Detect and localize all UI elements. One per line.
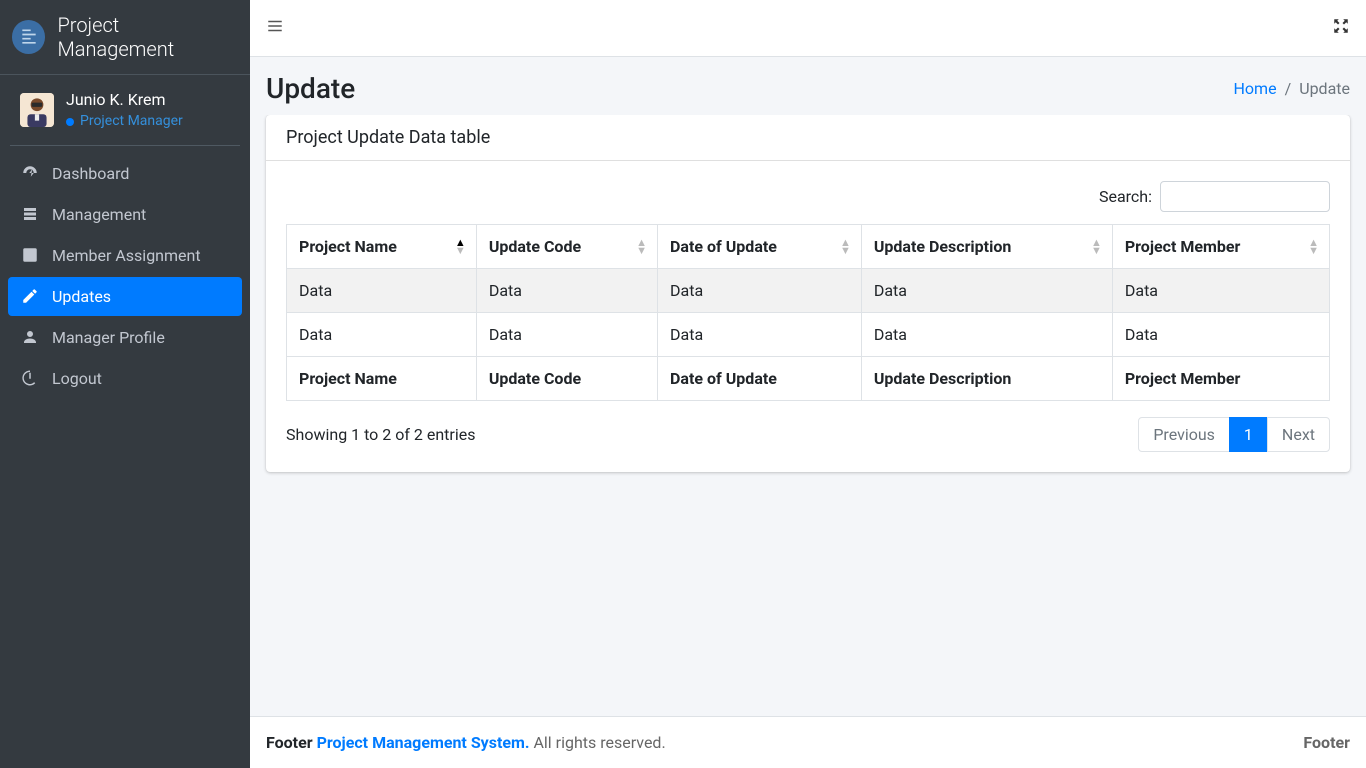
table-row: Data Data Data Data Data [287,313,1330,357]
datatable-search: Search: [286,181,1330,212]
breadcrumb-home[interactable]: Home [1234,79,1277,98]
cell: Data [476,313,657,357]
profile-icon [20,328,40,346]
sidebar-item-label: Management [52,205,146,224]
cell: Data [861,313,1112,357]
cell: Data [1112,313,1329,357]
sidebar: Project Management Junio K. Krem Project… [0,0,250,768]
brand[interactable]: Project Management [0,0,250,75]
cell: Data [476,269,657,313]
sidebar-item-updates[interactable]: Updates [8,277,242,316]
footer-left-suffix: All rights reserved. [533,733,665,752]
topbar [250,0,1366,57]
sidebar-item-label: Dashboard [52,164,129,183]
table-row: Data Data Data Data Data [287,269,1330,313]
column-footer: Update Description [861,357,1112,401]
sidebar-nav: Dashboard Management Member Assignment U… [0,154,250,400]
breadcrumb: Home / Update [1234,79,1350,98]
sort-icon: ▲▼ [1308,239,1319,255]
column-footer: Project Name [287,357,477,401]
sort-icon: ▲▼ [636,239,647,255]
sort-icon: ▲▼ [455,239,466,255]
brand-logo-icon [12,20,45,54]
sidebar-item-label: Updates [52,287,111,306]
brand-title: Project Management [57,13,238,61]
main-wrapper: Update Home / Update Project Update Data… [250,0,1366,768]
user-name[interactable]: Junio K. Krem [66,90,183,109]
sidebar-item-member-assignment[interactable]: Member Assignment [8,236,242,275]
column-footer: Project Member [1112,357,1329,401]
sidebar-item-label: Member Assignment [52,246,201,265]
fullscreen-toggle-icon[interactable] [1332,17,1350,39]
dashboard-icon [20,164,40,182]
column-label: Project Name [299,237,397,256]
cell: Data [861,269,1112,313]
card: Project Update Data table Search: Projec… [266,115,1350,472]
datatable-info: Showing 1 to 2 of 2 entries [286,425,475,444]
column-label: Project Member [1125,237,1241,256]
footer-left-prefix: Footer [266,733,317,752]
column-label: Update Code [489,237,581,256]
sidebar-item-logout[interactable]: Logout [8,359,242,398]
column-label: Date of Update [670,237,777,256]
pagination: Previous 1 Next [1138,417,1330,452]
cell: Data [1112,269,1329,313]
breadcrumb-current: Update [1299,79,1350,98]
datatable-footer: Showing 1 to 2 of 2 entries Previous 1 N… [286,417,1330,452]
content: Project Update Data table Search: Projec… [250,115,1366,716]
footer: Footer Project Management System. All ri… [250,716,1366,768]
pagination-next-button[interactable]: Next [1267,417,1330,452]
sort-icon: ▲▼ [1091,239,1102,255]
datatable: Project Name ▲▼ Update Code ▲▼ Date of U… [286,224,1330,401]
breadcrumb-separator: / [1285,79,1292,98]
column-header-project-name[interactable]: Project Name ▲▼ [287,225,477,269]
pagination-page-button[interactable]: 1 [1229,417,1268,452]
pagination-previous-button[interactable]: Previous [1138,417,1230,452]
column-header-date-of-update[interactable]: Date of Update ▲▼ [658,225,862,269]
assignment-icon [20,246,40,264]
sidebar-item-dashboard[interactable]: Dashboard [8,154,242,193]
card-title: Project Update Data table [266,115,1350,161]
user-role[interactable]: Project Manager [80,113,183,130]
sidebar-item-management[interactable]: Management [8,195,242,234]
column-footer: Update Code [476,357,657,401]
footer-link[interactable]: Project Management System. [317,733,530,752]
search-input[interactable] [1160,181,1330,212]
column-header-update-code[interactable]: Update Code ▲▼ [476,225,657,269]
footer-right: Footer [1303,733,1350,752]
cell: Data [658,269,862,313]
content-header: Update Home / Update [250,57,1366,115]
sidebar-item-label: Logout [52,369,102,388]
menu-toggle-icon[interactable] [266,17,284,39]
updates-icon [20,287,40,305]
user-panel: Junio K. Krem Project Manager [10,75,240,146]
avatar [20,93,54,127]
column-footer: Date of Update [658,357,862,401]
column-header-project-member[interactable]: Project Member ▲▼ [1112,225,1329,269]
search-label: Search: [1099,187,1152,206]
cell: Data [287,313,477,357]
sort-icon: ▲▼ [840,239,851,255]
column-label: Update Description [874,237,1011,256]
sidebar-item-label: Manager Profile [52,328,165,347]
cell: Data [287,269,477,313]
page-title: Update [266,72,355,105]
management-icon [20,205,40,223]
cell: Data [658,313,862,357]
logout-icon [20,369,40,387]
column-header-update-description[interactable]: Update Description ▲▼ [861,225,1112,269]
status-dot-icon [66,118,74,126]
sidebar-item-manager-profile[interactable]: Manager Profile [8,318,242,357]
